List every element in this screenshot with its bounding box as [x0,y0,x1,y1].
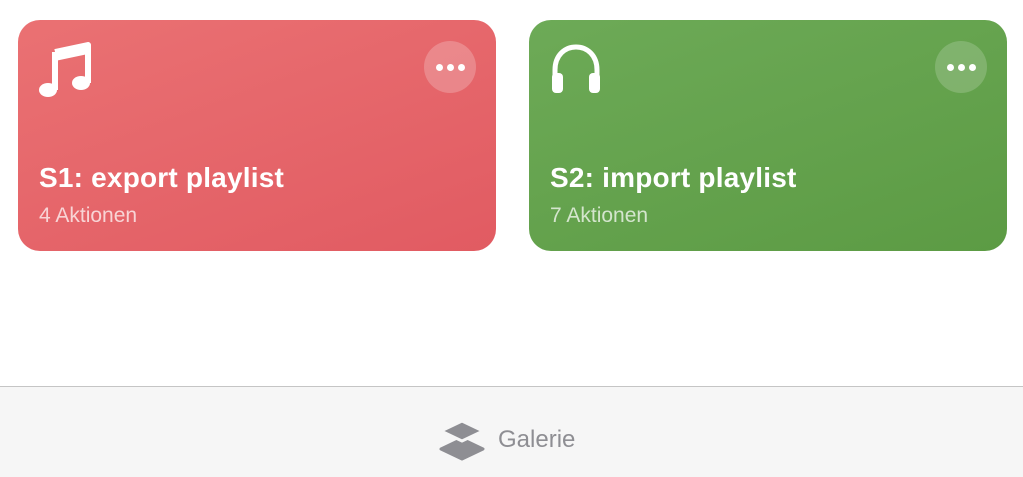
more-options-button[interactable] [424,41,476,93]
shortcut-title: S2: import playlist [550,162,797,193]
shortcut-action-count: 4 Aktionen [39,204,138,227]
ellipsis-dot [946,63,954,71]
stacked-layers-icon [438,417,486,463]
headphones-icon [549,42,603,98]
shortcut-title: S1: export playlist [39,162,284,193]
tab-gallery-label: Galerie [498,426,576,453]
shortcut-action-count: 7 Aktionen [550,204,649,227]
shortcuts-page: S1: export playlist 4 Aktionen S2: impor… [0,0,1023,477]
ellipsis-dot [446,63,454,71]
shortcut-card-export-playlist[interactable]: S1: export playlist 4 Aktionen [18,20,496,251]
ellipsis-dot [957,63,965,71]
music-note-icon [38,42,92,98]
shortcut-card-import-playlist[interactable]: S2: import playlist 7 Aktionen [529,20,1007,251]
tab-gallery[interactable]: Galerie [438,417,575,463]
more-options-button[interactable] [935,41,987,93]
ellipsis-dot [968,63,976,71]
ellipsis-dot [435,63,443,71]
ellipsis-dot [457,63,465,71]
tab-bar: Galerie [0,386,1023,477]
